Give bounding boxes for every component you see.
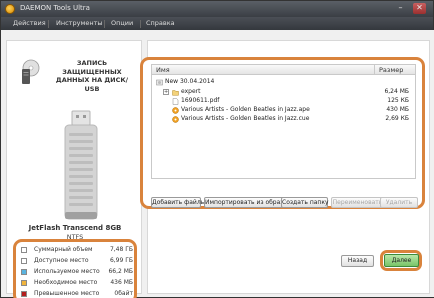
row-name: expert — [181, 88, 201, 95]
stat-swatch — [21, 280, 27, 286]
column-name[interactable]: Имя — [156, 66, 170, 74]
daemon-tools-logo-icon — [5, 4, 15, 14]
stat-swatch — [21, 247, 27, 253]
stat-required: Необходимое место 436 МБ — [21, 279, 133, 288]
tree-row-file[interactable]: Various Artists - Golden Beatles in Jazz… — [152, 115, 415, 124]
create-folder-button[interactable]: Создать папку — [281, 197, 329, 208]
stat-value: 66,2 МБ — [108, 268, 133, 275]
tree-row-file[interactable]: Various Artists - Golden Beatles in Jazz… — [152, 106, 415, 115]
files-section: Имя Размер New 30.04.2014 + expert 6,24 … — [140, 57, 425, 209]
row-name: 1690611.pdf — [181, 97, 220, 104]
audio-icon — [172, 116, 179, 123]
menu-tools[interactable]: Инструменты — [56, 19, 103, 27]
menu-divider — [48, 20, 49, 28]
menu-actions[interactable]: Действия — [13, 19, 46, 27]
column-size[interactable]: Размер — [379, 66, 403, 74]
stat-total: Суммарный объем 7,48 ГБ — [21, 246, 133, 255]
stat-label: Необходимое место — [34, 279, 98, 286]
menu-divider — [104, 20, 105, 28]
expand-icon[interactable]: + — [163, 89, 169, 95]
usb-drive-icon — [64, 110, 98, 220]
row-size: 6,24 МБ — [384, 88, 409, 95]
stat-swatch — [21, 258, 27, 264]
folder-icon — [172, 90, 179, 96]
menu-options[interactable]: Опции — [111, 19, 133, 27]
file-tree[interactable]: Имя Размер New 30.04.2014 + expert 6,24 … — [151, 64, 416, 179]
stat-value: 7,48 ГБ — [109, 246, 133, 253]
wizard-heading: ЗАПИСЬ ЗАЩИЩЕННЫХ ДАННЫХ НА ДИСК/ USB — [55, 59, 129, 93]
tree-row-file[interactable]: 1690611.pdf 125 КБ — [152, 97, 415, 106]
add-files-button[interactable]: Добавить файлы — [151, 197, 205, 208]
stat-value: 0байт — [114, 290, 133, 297]
stat-label: Доступное место — [34, 257, 89, 264]
usb-write-icon — [22, 59, 40, 84]
capacity-legend: Суммарный объем 7,48 ГБ Доступное место … — [13, 239, 137, 298]
title-bar[interactable]: DAEMON Tools Ultra – ✕ — [1, 1, 433, 17]
stat-available: Доступное место 6,99 ГБ — [21, 257, 133, 266]
row-size: 430 МБ — [386, 106, 409, 113]
row-name: Various Artists - Golden Beatles in Jazz… — [181, 106, 310, 113]
tree-row-root[interactable]: New 30.04.2014 — [152, 78, 415, 87]
file-tree-header: Имя Размер — [152, 65, 415, 75]
rename-button[interactable]: Переименовать — [331, 197, 384, 208]
minimize-button[interactable]: – — [394, 3, 407, 14]
row-size: 125 КБ — [387, 97, 409, 104]
stat-label: Суммарный объем — [34, 246, 93, 253]
wizard-content: ЗАПИСЬ ЗАЩИЩЕННЫХ ДАННЫХ НА ДИСК/ USB Je… — [2, 30, 434, 298]
app-window: DAEMON Tools Ultra – ✕ Действия Инструме… — [0, 0, 434, 298]
stat-exceeded: Превышенное место 0байт — [21, 290, 133, 298]
row-name: Various Artists - Golden Beatles in Jazz… — [181, 115, 310, 122]
menu-bar: Действия Инструменты Опции Справка — [1, 17, 433, 30]
column-divider[interactable] — [374, 65, 375, 75]
stat-used: Используемое место 66,2 МБ — [21, 268, 133, 277]
close-button[interactable]: ✕ — [413, 3, 426, 14]
next-button[interactable]: Далее — [384, 254, 419, 267]
menu-help[interactable]: Справка — [146, 19, 175, 27]
disc-icon — [156, 79, 163, 86]
audio-icon — [172, 107, 179, 114]
file-icon — [172, 98, 179, 105]
device-name: JetFlash Transcend 8GB — [28, 224, 122, 232]
delete-button[interactable]: Удалить — [380, 197, 418, 208]
row-size: 2,69 КБ — [385, 115, 409, 122]
device-panel: ЗАПИСЬ ЗАЩИЩЕННЫХ ДАННЫХ НА ДИСК/ USB Je… — [6, 40, 142, 298]
back-button[interactable]: Назад — [341, 255, 374, 267]
tree-row-folder[interactable]: + expert 6,24 МБ — [152, 88, 415, 97]
stat-value: 436 МБ — [110, 279, 133, 286]
stat-label: Используемое место — [34, 268, 100, 275]
stat-value: 6,99 ГБ — [109, 257, 133, 264]
stat-label: Превышенное место — [34, 290, 100, 297]
menu-divider — [140, 20, 141, 28]
stat-swatch — [21, 269, 27, 275]
row-name: New 30.04.2014 — [165, 78, 215, 85]
window-title: DAEMON Tools Ultra — [20, 4, 90, 12]
import-from-image-button[interactable]: Импортировать из образа — [204, 197, 287, 208]
stat-swatch — [21, 291, 27, 297]
